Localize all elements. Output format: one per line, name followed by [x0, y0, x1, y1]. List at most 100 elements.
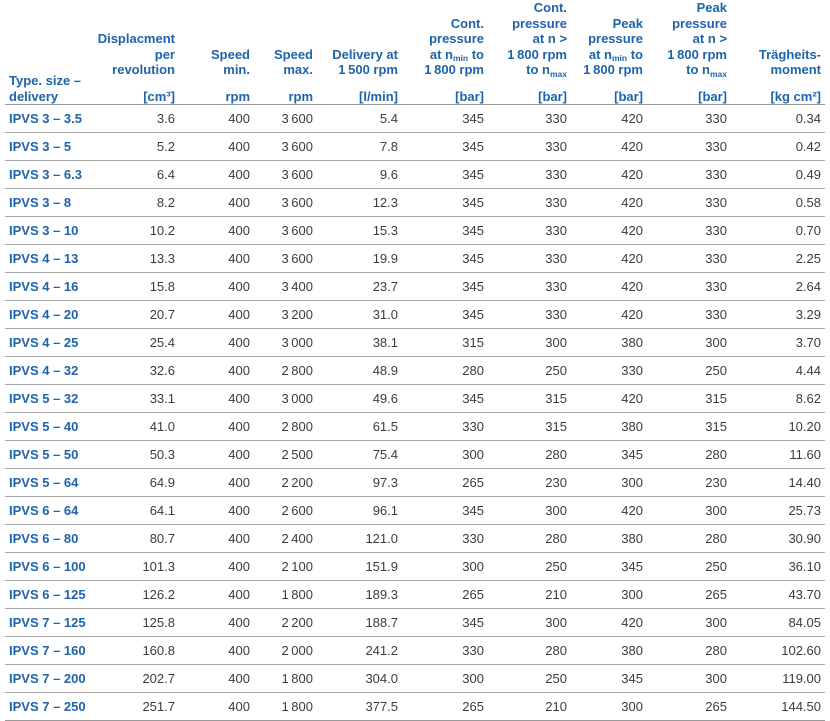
cell-value: 345	[419, 132, 495, 161]
cell-value: 400	[197, 132, 259, 161]
cell-value: 304.0	[325, 664, 419, 693]
cell-value: 300	[655, 328, 739, 357]
cell-value: 345	[579, 552, 655, 581]
cell-value: 345	[419, 384, 495, 413]
cell-type-designation: IPVS 3 – 3.5	[5, 104, 89, 133]
cell-value: 2 800	[259, 412, 325, 441]
cell-value: 25.73	[739, 496, 825, 525]
cell-value: 5.2	[89, 132, 197, 161]
cell-value: 400	[197, 440, 259, 469]
cell-value: 280	[495, 440, 579, 469]
column-header-peak-pressure-nmax-title: Peak pressure at n >1 800 rpm to nmax	[667, 0, 727, 79]
cell-value: 300	[495, 496, 579, 525]
cell-value: 3 000	[259, 328, 325, 357]
cell-value: 43.70	[739, 580, 825, 609]
cell-value: 400	[197, 692, 259, 721]
table-row: IPVS 3 – 8 8.2 400 3 600 12.3 345 330 420 330 0.5…	[5, 188, 825, 217]
column-header-cont-pressure-nmin-unit: [bar]	[455, 88, 484, 104]
cell-value: 400	[197, 664, 259, 693]
cell-value: 330	[495, 216, 579, 245]
cell-value: 300	[419, 440, 495, 469]
table-row: IPVS 7 – 160 160.8 400 2 000 241.2 330 280 380 2…	[5, 636, 825, 665]
cell-type-designation: IPVS 4 – 20	[5, 300, 89, 329]
cell-value: 315	[655, 412, 739, 441]
cell-type-designation: IPVS 3 – 10	[5, 216, 89, 245]
cell-value: 345	[419, 160, 495, 189]
cell-value: 345	[419, 608, 495, 637]
cell-value: 315	[495, 384, 579, 413]
cell-type-designation: IPVS 5 – 32	[5, 384, 89, 413]
table-row: IPVS 6 – 125 126.2 400 1 800 189.3 265 210 300 2…	[5, 580, 825, 609]
cell-type-designation: IPVS 5 – 64	[5, 468, 89, 497]
cell-value: 330	[495, 272, 579, 301]
cell-value: 420	[579, 272, 655, 301]
column-header-delivery: Delivery at 1 500 rpm [l/min]	[325, 0, 419, 104]
cell-value: 119.00	[739, 664, 825, 693]
cell-value: 3 600	[259, 104, 325, 133]
column-header-cont-pressure-nmax: Cont. pressure at n >1 800 rpm to nmax [bar…	[495, 0, 579, 104]
column-header-cont-pressure-nmin: Cont. pressure at nmin to 1 800 rpm [bar]	[419, 0, 495, 104]
cell-value: 23.7	[325, 272, 419, 301]
cell-value: 315	[495, 412, 579, 441]
table-row: IPVS 7 – 200 202.7 400 1 800 304.0 300 250 345 3…	[5, 664, 825, 693]
cell-value: 420	[579, 300, 655, 329]
cell-value: 250	[495, 552, 579, 581]
cell-value: 330	[495, 300, 579, 329]
cell-value: 1 800	[259, 664, 325, 693]
cell-value: 2.64	[739, 272, 825, 301]
cell-value: 5.4	[325, 104, 419, 133]
cell-value: 345	[419, 244, 495, 273]
table-row: IPVS 6 – 64 64.1 400 2 600 96.1 345 300 420 300 2…	[5, 496, 825, 525]
column-header-displacement-unit: [cm³]	[143, 88, 175, 104]
cell-value: 2 500	[259, 440, 325, 469]
cell-value: 300	[419, 664, 495, 693]
cell-value: 15.3	[325, 216, 419, 245]
cell-type-designation: IPVS 5 – 50	[5, 440, 89, 469]
cell-value: 84.05	[739, 608, 825, 637]
cell-value: 0.70	[739, 216, 825, 245]
cell-value: 31.0	[325, 300, 419, 329]
cell-value: 13.3	[89, 244, 197, 273]
cell-value: 188.7	[325, 608, 419, 637]
cell-value: 3 600	[259, 216, 325, 245]
cell-value: 400	[197, 496, 259, 525]
column-header-inertia-moment-title: Trägheits-moment	[758, 46, 821, 78]
cell-value: 280	[419, 356, 495, 385]
column-header-type: Type. size – delivery	[5, 0, 89, 104]
table-row: IPVS 7 – 250 251.7 400 1 800 377.5 265 210 300 2…	[5, 692, 825, 721]
cell-value: 330	[495, 104, 579, 133]
cell-value: 6.4	[89, 160, 197, 189]
cell-value: 400	[197, 328, 259, 357]
cell-type-designation: IPVS 7 – 125	[5, 608, 89, 637]
cell-value: 1 800	[259, 692, 325, 721]
cell-value: 300	[579, 580, 655, 609]
cell-type-designation: IPVS 7 – 200	[5, 664, 89, 693]
cell-value: 345	[419, 300, 495, 329]
table-row: IPVS 4 – 25 25.4 400 3 000 38.1 315 300 380 300 3…	[5, 328, 825, 357]
cell-value: 0.58	[739, 188, 825, 217]
cell-value: 400	[197, 468, 259, 497]
cell-value: 300	[655, 496, 739, 525]
cell-value: 251.7	[89, 692, 197, 721]
table-row: IPVS 5 – 64 64.9 400 2 200 97.3 265 230 300 230 1…	[5, 468, 825, 497]
cell-value: 7.8	[325, 132, 419, 161]
cell-value: 3 200	[259, 300, 325, 329]
cell-value: 230	[495, 468, 579, 497]
table-row: IPVS 4 – 20 20.7 400 3 200 31.0 345 330 420 330 3…	[5, 300, 825, 329]
column-header-cont-pressure-nmax-title: Cont. pressure at n >1 800 rpm to nmax	[507, 0, 567, 79]
table-row: IPVS 6 – 80 80.7 400 2 400 121.0 330 280 380 280…	[5, 524, 825, 553]
cell-value: 400	[197, 384, 259, 413]
column-header-peak-pressure-nmin-title: Peak pressure at nmin to 1 800 rpm	[583, 15, 643, 78]
cell-value: 75.4	[325, 440, 419, 469]
cell-value: 330	[655, 132, 739, 161]
cell-value: 420	[579, 496, 655, 525]
column-header-cont-pressure-nmax-unit: [bar]	[538, 88, 567, 104]
table-row: IPVS 4 – 16 15.8 400 3 400 23.7 345 330 420 330 2…	[5, 272, 825, 301]
cell-value: 300	[495, 328, 579, 357]
column-header-inertia-moment-unit: [kg cm²]	[770, 88, 821, 104]
pump-specification-table: Type. size – delivery Displacment per revo…	[5, 0, 825, 721]
cell-value: 280	[655, 636, 739, 665]
cell-value: 330	[655, 272, 739, 301]
column-header-speed-min-title: Speed min.	[210, 46, 250, 78]
cell-value: 345	[419, 104, 495, 133]
